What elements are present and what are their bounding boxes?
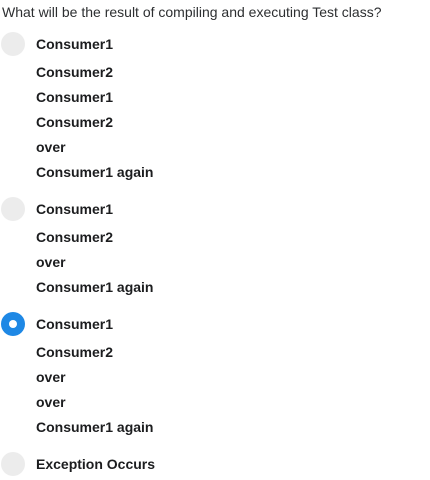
answer-line: Consumer1 [36,89,114,105]
radio-selected-dot-icon [9,320,17,328]
answer-option-c-text: Consumer1 Consumer2 over over Consumer1 … [36,315,153,440]
answer-line: Consumer1 again [36,164,154,180]
answer-line: Consumer2 [36,114,114,130]
answer-option-d-text: Exception Occurs [36,455,155,480]
radio-button-c-selected[interactable] [1,312,25,336]
answer-line: over [36,254,66,270]
answer-line: Consumer1 [36,201,114,217]
answer-option-d[interactable]: Exception Occurs [0,452,430,476]
answer-line: Consumer1 again [36,279,154,295]
answer-line: Consumer1 [36,36,114,52]
answer-line: over [36,369,66,385]
radio-button-b[interactable] [1,197,25,221]
answer-line: Consumer2 [36,344,114,360]
answer-option-b-text: Consumer1 Consumer2 over Consumer1 again [36,200,153,300]
answer-option-b[interactable]: Consumer1 Consumer2 over Consumer1 again [0,197,430,297]
radio-button-d[interactable] [1,452,25,476]
answer-line: Consumer2 [36,229,114,245]
answer-option-a-text: Consumer1 Consumer2 Consumer1 Consumer2 … [36,35,153,185]
answer-line: over [36,394,66,410]
answer-line: over [36,139,66,155]
answer-line: Consumer2 [36,64,114,80]
question-text: What will be the result of compiling and… [2,4,382,20]
answer-line: Exception Occurs [36,456,156,472]
answer-line: Consumer1 [36,316,114,332]
answer-option-a[interactable]: Consumer1 Consumer2 Consumer1 Consumer2 … [0,32,430,182]
radio-button-a[interactable] [1,32,25,56]
answer-line: Consumer1 again [36,419,154,435]
answer-option-c[interactable]: Consumer1 Consumer2 over over Consumer1 … [0,312,430,437]
